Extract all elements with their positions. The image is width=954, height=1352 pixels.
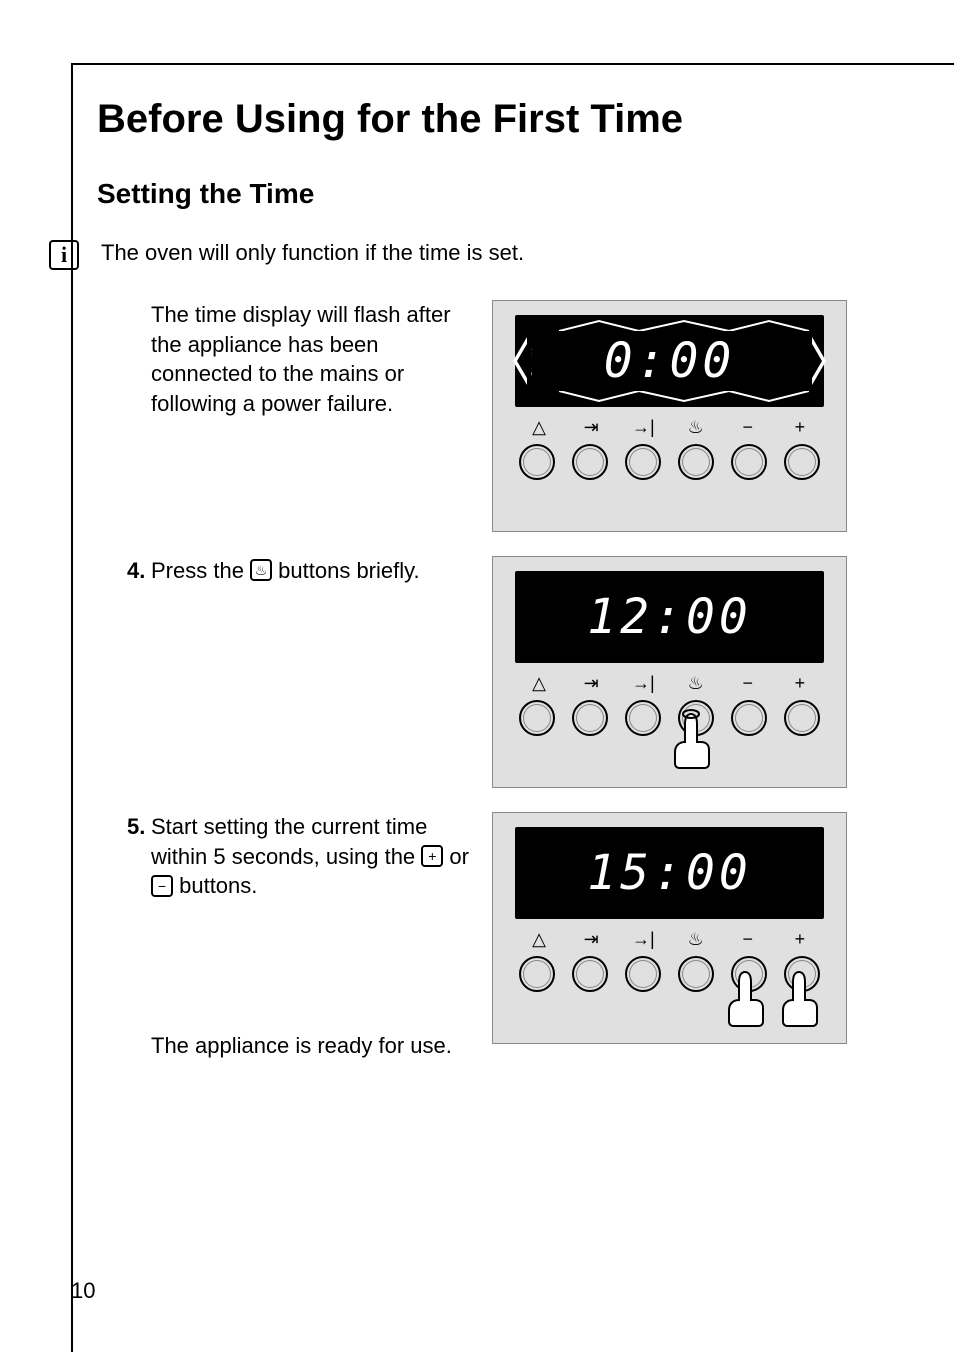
clock-icon: ♨ (676, 929, 716, 950)
plus-icon: + (780, 417, 820, 438)
cook-time-icon: ⇥ (571, 929, 611, 950)
minus-button[interactable] (731, 700, 767, 736)
display-time-3: 15:00 (587, 845, 752, 901)
minus-button[interactable] (731, 956, 767, 992)
plus-icon: + (780, 929, 820, 950)
end-time-button[interactable] (625, 444, 661, 480)
button-row-3 (515, 956, 824, 992)
step-5-mid: or (443, 844, 469, 869)
bell-icon: △ (519, 673, 559, 694)
step-4-post: buttons briefly. (272, 558, 420, 583)
plus-button[interactable] (784, 700, 820, 736)
bell-button[interactable] (519, 444, 555, 480)
page-number: 10 (71, 1278, 95, 1304)
cook-time-icon: ⇥ (571, 673, 611, 694)
section-subtitle: Setting the Time (97, 178, 954, 210)
bell-icon: △ (519, 417, 559, 438)
plus-button[interactable] (784, 444, 820, 480)
oven-display-2: 12:00 △ ⇥ →| ♨ − + (492, 556, 847, 788)
info-note-text: The oven will only function if the time … (101, 238, 524, 268)
step-5-text: Start setting the current time within 5 … (151, 812, 472, 901)
button-row-2 (515, 700, 824, 736)
step-4-number: 4. (127, 556, 151, 586)
page-title: Before Using for the First Time (97, 97, 954, 142)
minus-icon: − (728, 417, 768, 438)
clock-inline-icon: ♨ (250, 559, 272, 581)
end-time-button[interactable] (625, 956, 661, 992)
cook-time-icon: ⇥ (571, 417, 611, 438)
icon-row-1: △ ⇥ →| ♨ − + (515, 417, 824, 438)
bell-button[interactable] (519, 700, 555, 736)
end-time-icon: →| (623, 929, 663, 950)
flash-arrow-left (513, 337, 527, 385)
plus-inline-icon: + (421, 845, 443, 867)
display-time-1: 0:00 (604, 333, 736, 389)
end-time-icon: →| (623, 673, 663, 694)
step-5: 5. Start setting the current time within… (97, 812, 472, 901)
icon-row-2: △ ⇥ →| ♨ − + (515, 673, 824, 694)
end-time-button[interactable] (625, 700, 661, 736)
oven-display-3: 15:00 △ ⇥ →| ♨ − + (492, 812, 847, 1044)
clock-icon: ♨ (676, 417, 716, 438)
display-screen-1: A U T O 0:00 (515, 315, 824, 407)
cook-time-button[interactable] (572, 700, 608, 736)
flash-zigzag-top (559, 319, 809, 331)
info-icon: i (49, 240, 79, 270)
minus-inline-icon: − (151, 875, 173, 897)
minus-button[interactable] (731, 444, 767, 480)
cook-time-button[interactable] (572, 956, 608, 992)
end-time-icon: →| (623, 417, 663, 438)
ready-text: The appliance is ready for use. (97, 1031, 472, 1061)
minus-icon: − (728, 929, 768, 950)
flash-zigzag-bottom (559, 391, 809, 403)
plus-icon: + (780, 673, 820, 694)
bell-button[interactable] (519, 956, 555, 992)
step-4-text: Press the ♨ buttons briefly. (151, 556, 420, 586)
icon-row-3: △ ⇥ →| ♨ − + (515, 929, 824, 950)
step-5-post: buttons. (173, 873, 257, 898)
minus-icon: − (728, 673, 768, 694)
paragraph-flash: The time display will flash after the ap… (97, 300, 472, 419)
step-4-pre: Press the (151, 558, 250, 583)
step-5-number: 5. (127, 812, 151, 901)
bell-icon: △ (519, 929, 559, 950)
clock-icon: ♨ (676, 673, 716, 694)
step-5-pre: Start setting the current time within 5 … (151, 814, 427, 869)
step-4: 4. Press the ♨ buttons briefly. (97, 556, 472, 586)
clock-button[interactable] (678, 700, 714, 736)
flash-arrow-right (812, 337, 826, 385)
button-row-1 (515, 444, 824, 480)
display-time-2: 12:00 (587, 589, 752, 645)
display-screen-2: 12:00 (515, 571, 824, 663)
oven-display-1: A U T O 0:00 △ ⇥ →| ♨ − (492, 300, 847, 532)
plus-button[interactable] (784, 956, 820, 992)
display-screen-3: 15:00 (515, 827, 824, 919)
cook-time-button[interactable] (572, 444, 608, 480)
clock-button[interactable] (678, 956, 714, 992)
clock-button[interactable] (678, 444, 714, 480)
